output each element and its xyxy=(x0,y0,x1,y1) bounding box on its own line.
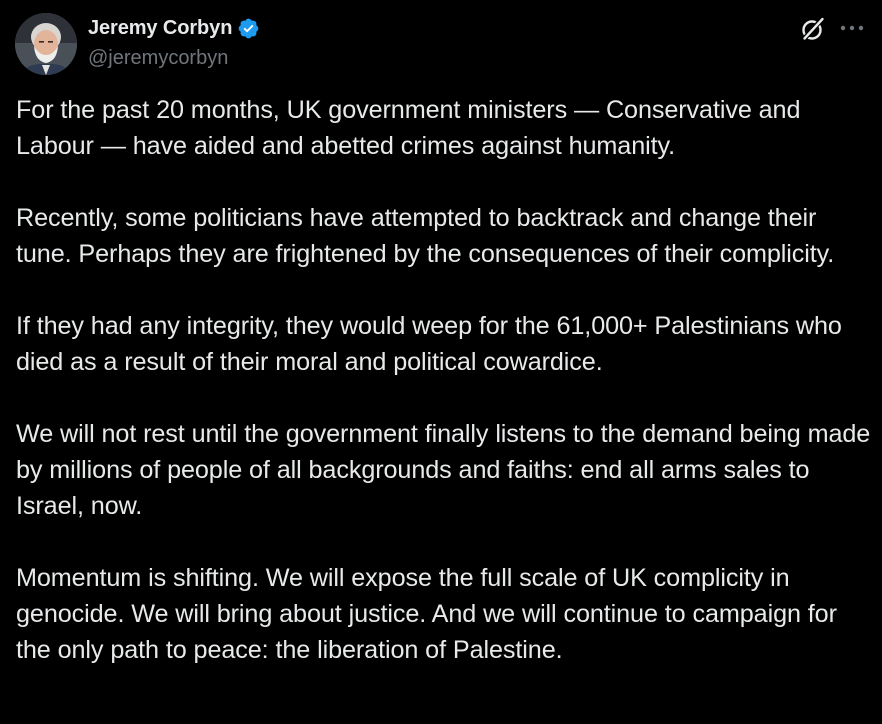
avatar-image xyxy=(15,13,77,75)
author-avatar[interactable] xyxy=(15,13,77,75)
more-options-icon[interactable] xyxy=(838,17,866,39)
author-name-row[interactable]: Jeremy Corbyn xyxy=(88,15,260,41)
tweet-text: For the past 20 months, UK government mi… xyxy=(16,92,871,668)
tweet-paragraph: For the past 20 months, UK government mi… xyxy=(16,96,801,160)
author-handle[interactable]: @jeremycorbyn xyxy=(88,47,228,70)
tweet-paragraph: We will not rest until the government fi… xyxy=(16,420,871,520)
tweet-card: Jeremy Corbyn @jeremycorbyn For the past… xyxy=(0,0,882,724)
tweet-paragraph: Momentum is shifting. We will expose the… xyxy=(16,564,837,664)
verified-badge-icon[interactable] xyxy=(237,17,260,40)
grok-icon[interactable] xyxy=(799,15,827,43)
tweet-paragraph: Recently, some politicians have attempte… xyxy=(16,204,835,268)
tweet-paragraph: If they had any integrity, they would we… xyxy=(16,312,842,376)
author-display-name[interactable]: Jeremy Corbyn xyxy=(88,17,232,40)
